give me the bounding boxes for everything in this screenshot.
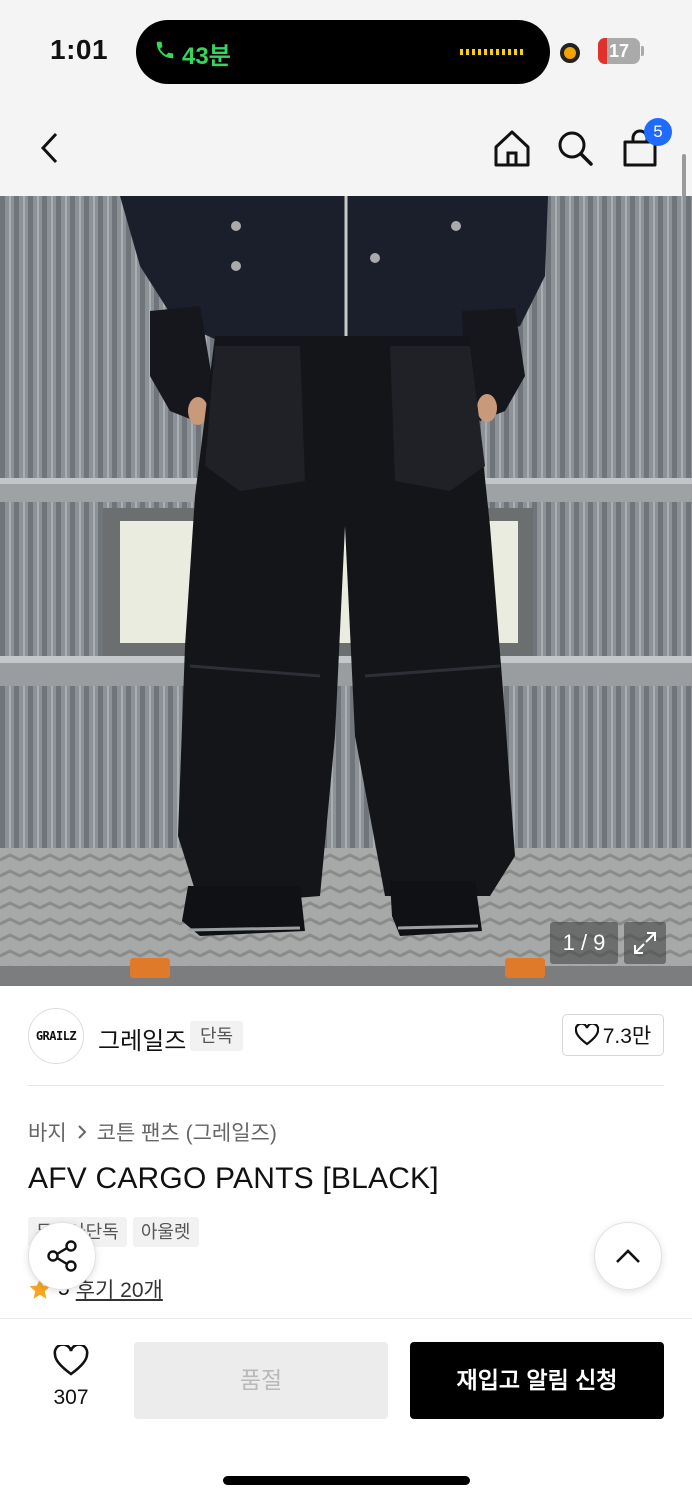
breadcrumb: 바지 코튼 팬츠 (그레일즈) bbox=[28, 1117, 277, 1147]
reviews-link[interactable]: 후기 20개 bbox=[76, 1274, 163, 1304]
soldout-button[interactable]: 품절 bbox=[134, 1342, 388, 1419]
status-bar: 1:01 43분 17 bbox=[0, 0, 692, 100]
tag-outlet: 아울렛 bbox=[132, 1217, 199, 1247]
battery-level: 17 bbox=[608, 41, 630, 61]
search-button[interactable] bbox=[553, 126, 597, 170]
product-title: AFV CARGO PANTS [BLACK] bbox=[28, 1162, 439, 1195]
heart-icon bbox=[53, 1343, 89, 1376]
product-photo-illustration bbox=[0, 196, 692, 986]
call-indicator[interactable]: 43분 bbox=[154, 36, 231, 71]
phone-icon bbox=[154, 39, 176, 68]
status-time: 1:01 bbox=[50, 34, 109, 65]
divider bbox=[28, 1085, 664, 1086]
brand-like-count: 7.3만 bbox=[602, 1025, 652, 1048]
battery-tip bbox=[641, 46, 644, 56]
fullscreen-button[interactable] bbox=[624, 922, 666, 964]
brand-logo-text: GRAILZ bbox=[35, 1029, 77, 1043]
top-nav: 5 bbox=[0, 100, 692, 196]
battery-icon: 17 bbox=[598, 38, 640, 64]
brand-logo[interactable]: GRAILZ bbox=[28, 1008, 84, 1064]
wish-button[interactable]: 307 bbox=[40, 1343, 102, 1410]
back-button[interactable] bbox=[28, 126, 72, 170]
chevron-right-icon bbox=[77, 1125, 87, 1139]
expand-icon bbox=[634, 932, 656, 954]
chevron-left-icon bbox=[40, 132, 58, 164]
brand-like-button[interactable]: 7.3만 bbox=[562, 1014, 664, 1056]
share-icon bbox=[47, 1240, 77, 1272]
recording-indicator-icon bbox=[560, 43, 580, 63]
wish-count: 307 bbox=[53, 1386, 89, 1409]
product-image[interactable] bbox=[0, 196, 692, 986]
chevron-up-icon bbox=[616, 1249, 640, 1263]
audio-wave-icon bbox=[460, 49, 526, 55]
home-button[interactable] bbox=[490, 126, 534, 170]
image-pager: 1 / 9 bbox=[550, 922, 618, 964]
cart-button[interactable]: 5 bbox=[618, 118, 672, 170]
breadcrumb-category[interactable]: 바지 bbox=[28, 1117, 67, 1147]
home-indicator[interactable] bbox=[223, 1476, 470, 1485]
purchase-bar: 307 품절 재입고 알림 신청 bbox=[0, 1318, 692, 1500]
scroll-top-button[interactable] bbox=[594, 1222, 662, 1290]
brand-name[interactable]: 그레일즈 bbox=[98, 1021, 186, 1056]
cart-count-badge: 5 bbox=[644, 118, 672, 146]
exclusive-tag: 단독 bbox=[190, 1021, 244, 1051]
share-button[interactable] bbox=[28, 1222, 96, 1290]
call-duration: 43분 bbox=[182, 43, 231, 70]
home-icon bbox=[494, 130, 530, 167]
restock-alert-button[interactable]: 재입고 알림 신청 bbox=[410, 1342, 664, 1419]
dynamic-island[interactable]: 43분 bbox=[136, 20, 550, 84]
heart-icon bbox=[574, 1024, 599, 1046]
breadcrumb-subcategory[interactable]: 코튼 팬츠 (그레일즈) bbox=[97, 1117, 277, 1147]
search-icon bbox=[558, 131, 593, 166]
